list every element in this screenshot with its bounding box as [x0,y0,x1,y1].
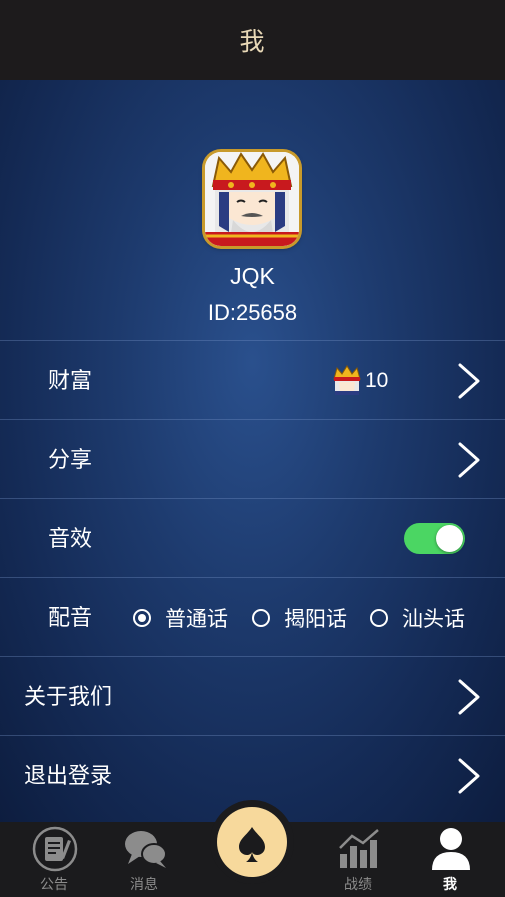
sound-toggle[interactable] [404,523,465,554]
chevron-right-icon [458,442,480,478]
voice-option-label: 汕头话 [402,607,465,631]
sound-row: 音效 [0,498,505,577]
radio-unchecked-icon [252,608,270,627]
king-coin-icon [333,365,361,395]
chart-icon [339,829,379,868]
voice-label: 配音 [48,605,93,630]
share-label: 分享 [48,447,93,472]
chevron-right-icon [458,363,480,399]
toggle-knob [436,525,463,552]
voice-row: 配音 普通话 揭阳话 汕头话 [0,577,505,656]
voice-option-label: 揭阳话 [284,607,347,631]
tab-label: 战绩 [344,876,372,892]
voice-option-shantou[interactable]: 汕头话 [370,578,465,657]
tab-me[interactable]: 我 [410,822,490,897]
tab-label: 公告 [40,876,68,892]
profile-section: JQK ID:25658 [0,80,505,340]
radio-checked-icon [133,608,151,627]
tab-messages[interactable]: 消息 [104,822,184,897]
wealth-amount: 10 [365,369,389,392]
tab-records[interactable]: 战绩 [318,822,398,897]
voice-option-jieyang[interactable]: 揭阳话 [252,578,347,657]
share-row[interactable]: 分享 [0,419,505,498]
radio-unchecked-icon [370,608,388,627]
user-icon [432,828,470,870]
center-button-face [217,807,287,877]
avatar[interactable] [205,152,299,246]
voice-option-putonghua[interactable]: 普通话 [133,578,228,657]
king-card-icon [205,152,299,246]
tab-label: 消息 [130,876,158,892]
top-bar: 我 [0,0,505,80]
voice-option-label: 普通话 [165,607,228,631]
notice-icon [32,826,78,872]
center-play-button[interactable] [210,800,294,884]
wealth-label: 财富 [48,368,93,393]
page-title: 我 [239,28,266,56]
about-label: 关于我们 [24,684,113,709]
spade-icon [239,827,265,862]
sound-label: 音效 [48,526,93,551]
user-id: ID:25658 [207,300,298,325]
tab-notice[interactable]: 公告 [14,822,94,897]
user-name: JQK [230,263,275,289]
chevron-right-icon [458,679,480,715]
chat-icon [125,831,167,868]
profile-page: JQK ID:25658 财富 10 分享 音效 配音 普通话 揭阳话 汕头话 … [0,80,505,822]
wealth-row[interactable]: 财富 10 [0,340,505,419]
chevron-right-icon [458,758,480,794]
about-row[interactable]: 关于我们 [0,656,505,735]
logout-label: 退出登录 [24,763,113,788]
tab-label: 我 [443,876,457,892]
wealth-value: 10 [331,363,388,399]
